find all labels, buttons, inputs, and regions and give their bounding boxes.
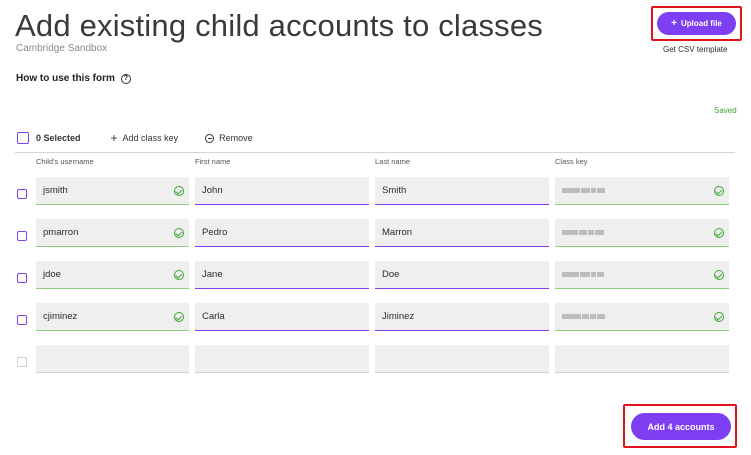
check-circle-icon	[714, 312, 724, 322]
check-circle-icon	[714, 186, 724, 196]
row-checkbox[interactable]	[17, 315, 27, 325]
plus-icon: +	[671, 17, 677, 29]
class-key-field[interactable]	[555, 303, 729, 331]
row-checkbox[interactable]	[17, 273, 27, 283]
table-toolbar: 0 Selected + Add class key Remove	[17, 131, 280, 145]
redacted-class-key	[562, 314, 605, 319]
remove-label: Remove	[219, 133, 253, 143]
check-circle-icon	[174, 312, 184, 322]
add-accounts-button[interactable]: Add 4 accounts	[631, 413, 731, 440]
how-to-use-help[interactable]: How to use this form ?	[16, 73, 131, 84]
username-field[interactable]: jsmith	[36, 177, 189, 205]
check-circle-icon	[714, 228, 724, 238]
check-circle-icon	[714, 270, 724, 280]
username-value: jsmith	[43, 185, 68, 196]
column-header-username: Child's username	[36, 157, 94, 166]
check-circle-icon	[174, 270, 184, 280]
last-name-field[interactable]	[375, 345, 549, 373]
username-value: jdoe	[43, 269, 61, 280]
plus-icon: +	[110, 131, 118, 145]
redacted-class-key	[562, 188, 605, 193]
row-checkbox[interactable]	[17, 357, 27, 367]
saved-status: Saved	[714, 106, 737, 115]
class-key-field[interactable]	[555, 177, 729, 205]
add-class-key-label: Add class key	[122, 133, 179, 143]
add-class-key-button[interactable]: + Add class key	[111, 132, 179, 144]
first-name-field[interactable]	[195, 345, 369, 373]
select-all-checkbox[interactable]	[17, 132, 29, 144]
column-header-class-key: Class key	[555, 157, 588, 166]
column-header-last-name: Last name	[375, 157, 411, 166]
username-value: cjiminez	[43, 311, 78, 322]
first-name-field[interactable]: Jane	[195, 261, 369, 289]
row-checkbox[interactable]	[17, 231, 27, 241]
remove-button[interactable]: Remove	[205, 133, 253, 143]
check-circle-icon	[174, 186, 184, 196]
column-header-first-name: First name	[195, 157, 231, 166]
last-name-field[interactable]: Doe	[375, 261, 549, 289]
username-field[interactable]	[36, 345, 189, 373]
add-accounts-highlight-box: Add 4 accounts	[623, 404, 737, 448]
page-title: Add existing child accounts to classes	[15, 8, 543, 43]
username-value: pmarron	[43, 227, 79, 238]
upload-file-label: Upload file	[680, 19, 722, 28]
first-name-field[interactable]: Carla	[195, 303, 369, 331]
username-field[interactable]: jdoe	[36, 261, 189, 289]
class-key-field[interactable]	[555, 345, 729, 373]
redacted-class-key	[562, 272, 604, 277]
how-to-use-label: How to use this form	[16, 73, 115, 84]
question-circle-icon[interactable]: ?	[120, 73, 131, 84]
last-name-field[interactable]: Jiminez	[375, 303, 549, 331]
first-name-field[interactable]: John	[195, 177, 369, 205]
upload-file-button[interactable]: + Upload file	[657, 12, 736, 35]
check-circle-icon	[174, 228, 184, 238]
row-checkbox[interactable]	[17, 189, 27, 199]
get-csv-template-link[interactable]: Get CSV template	[663, 45, 727, 54]
class-key-field[interactable]	[555, 219, 729, 247]
organization-name: Cambridge Sandbox	[16, 43, 108, 54]
header-divider	[15, 152, 735, 153]
redacted-class-key	[562, 230, 604, 235]
class-key-field[interactable]	[555, 261, 729, 289]
username-field[interactable]: pmarron	[36, 219, 189, 247]
selected-count: 0 Selected	[36, 133, 81, 143]
minus-circle-icon	[205, 133, 215, 143]
username-field[interactable]: cjiminez	[36, 303, 189, 331]
last-name-field[interactable]: Smith	[375, 177, 549, 205]
first-name-field[interactable]: Pedro	[195, 219, 369, 247]
upload-highlight-box: + Upload file	[651, 6, 742, 41]
last-name-field[interactable]: Marron	[375, 219, 549, 247]
